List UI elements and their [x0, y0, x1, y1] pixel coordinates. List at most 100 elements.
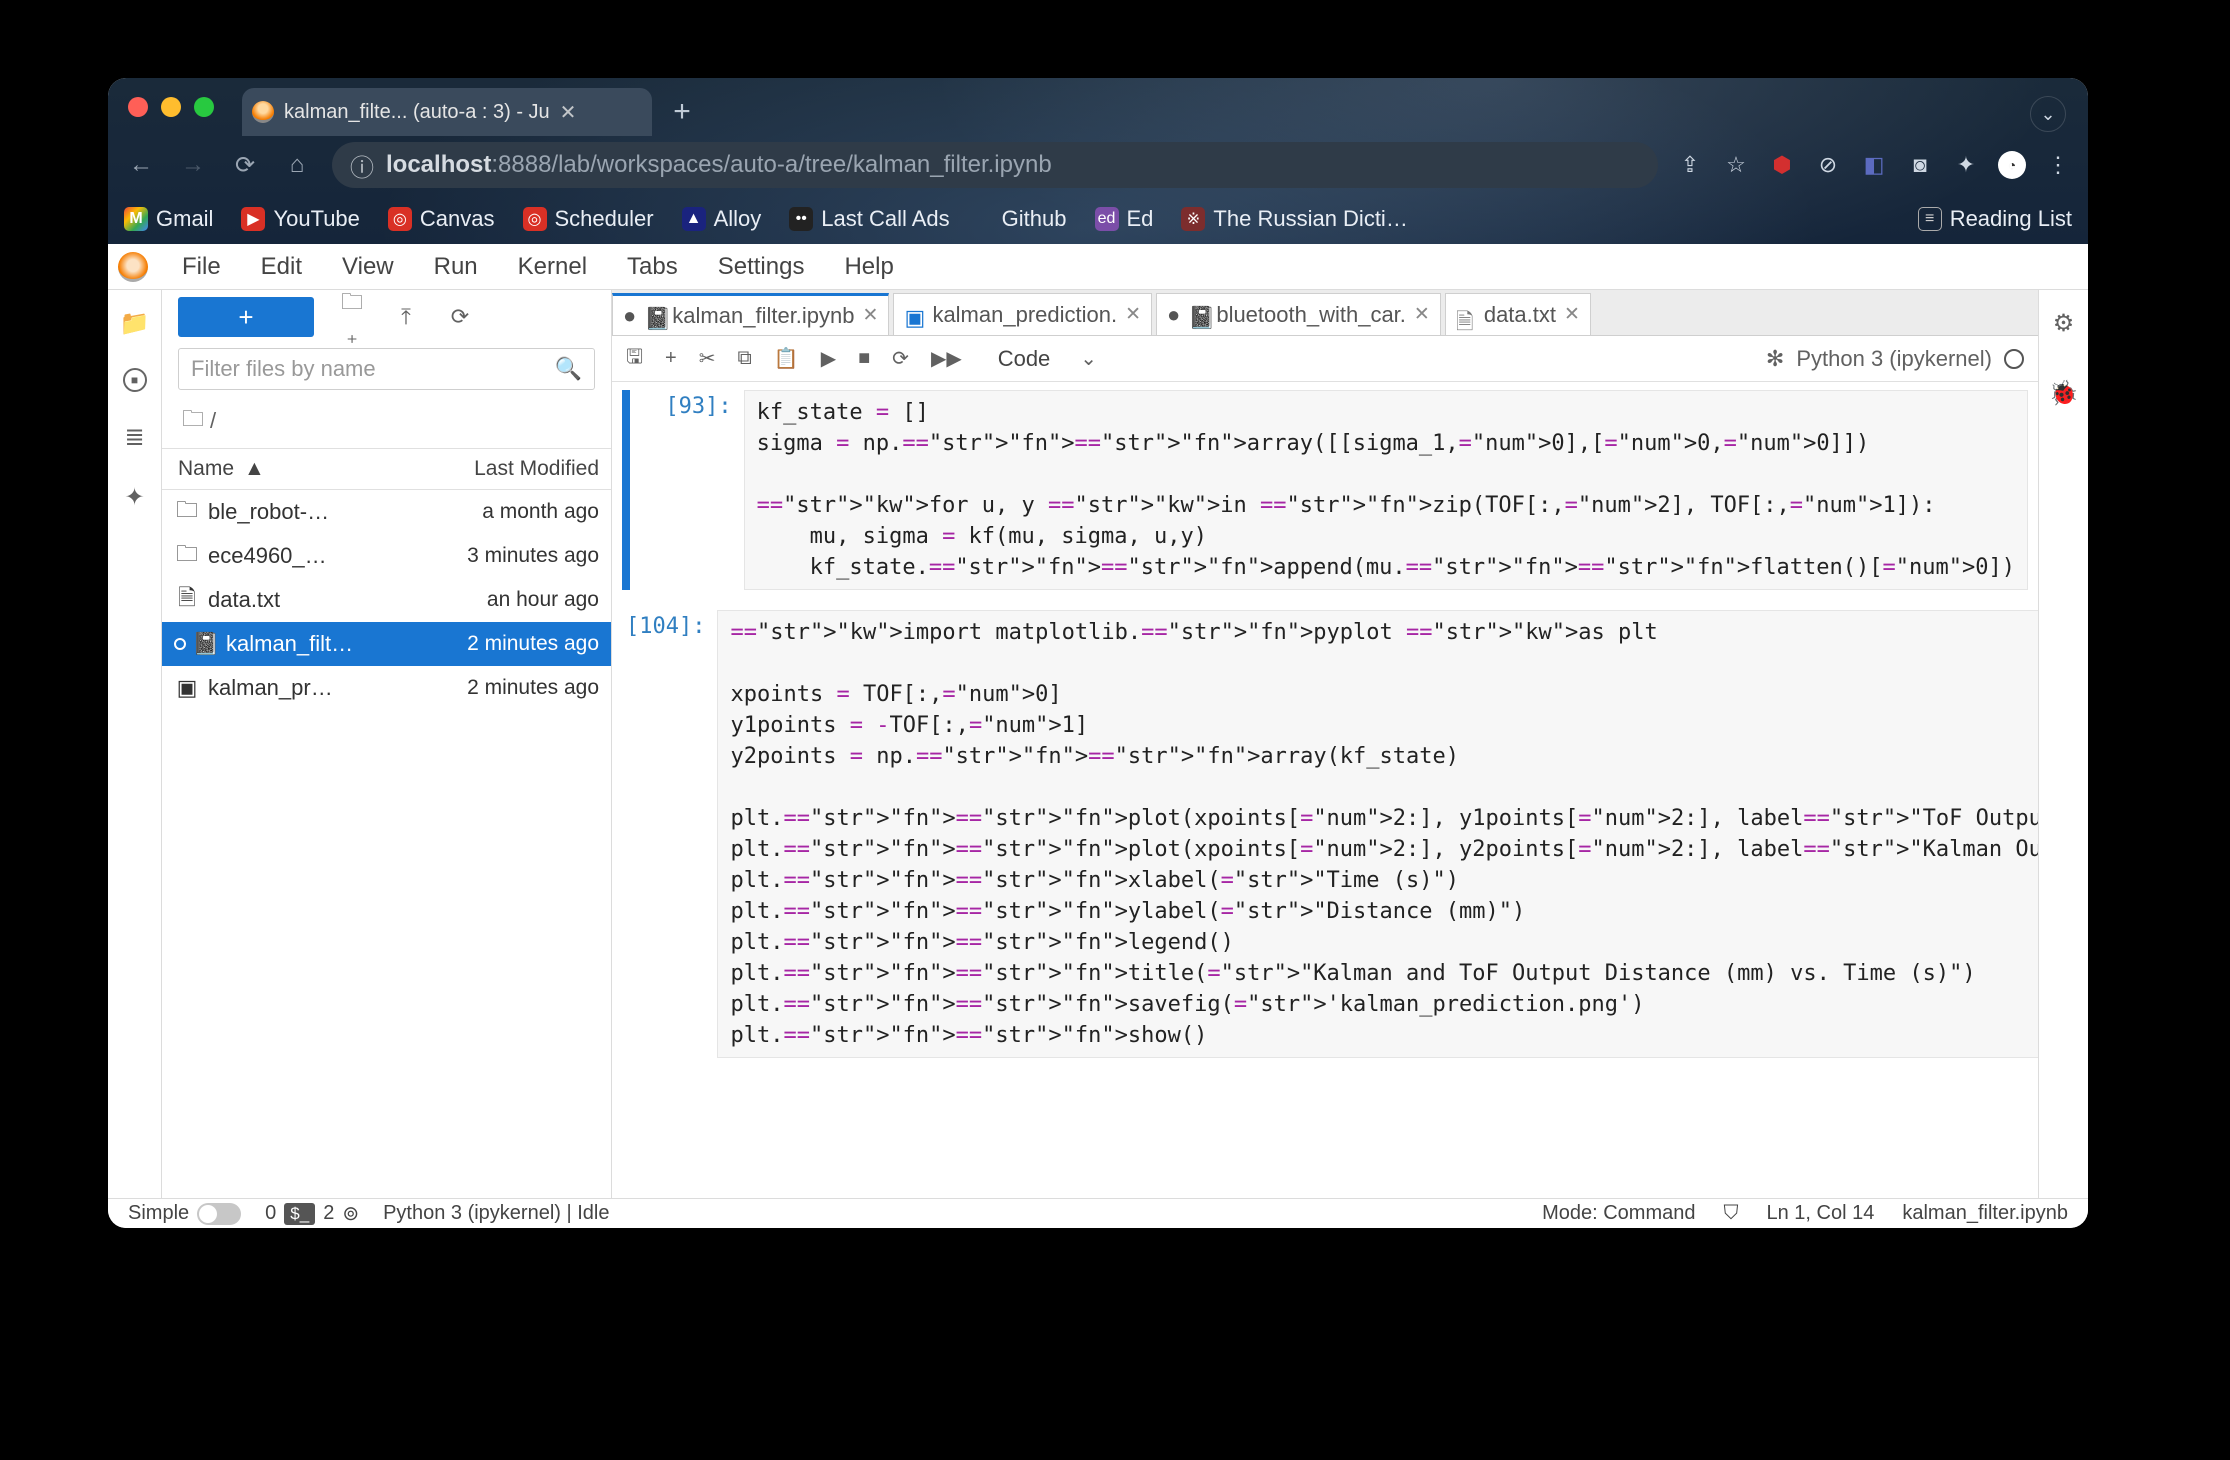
copy-icon[interactable]: ⧉ [738, 347, 752, 370]
simple-toggle[interactable]: Simple [128, 1202, 241, 1225]
code-cell[interactable]: [93]:kf_state = [] sigma = np.=="str">"f… [622, 390, 2028, 590]
menu-view[interactable]: View [328, 247, 408, 287]
close-window-icon[interactable] [128, 97, 148, 117]
close-tab-icon[interactable]: ✕ [1125, 303, 1141, 326]
menu-help[interactable]: Help [830, 247, 907, 287]
cell-prompt: [93]: [634, 390, 744, 590]
tab-overflow-button[interactable]: ⌄ [2030, 96, 2066, 132]
kernel-name[interactable]: Python 3 (ipykernel) [1796, 346, 1992, 372]
extension-icon[interactable]: ◧ [1860, 152, 1888, 178]
notebook[interactable]: [93]:kf_state = [] sigma = np.=="str">"f… [612, 382, 2038, 1198]
paste-icon[interactable]: 📋 [774, 346, 799, 371]
extensions-icon[interactable]: ✦ [120, 482, 150, 512]
breadcrumb-root[interactable]: / [210, 408, 216, 434]
left-rail: 📁 ■ ≣ ✦ [108, 290, 162, 1198]
breadcrumb[interactable]: 🗀 / [162, 398, 611, 448]
ublock-icon[interactable]: ⬢ [1768, 152, 1796, 178]
insert-cell-icon[interactable]: + [665, 347, 677, 370]
new-folder-icon[interactable]: 🗀₊ [336, 285, 368, 349]
share-icon[interactable]: ⇪ [1676, 152, 1704, 178]
restart-icon[interactable]: ⟳ [892, 346, 909, 371]
col-modified[interactable]: Last Modified [399, 449, 611, 489]
status-file: kalman_filter.ipynb [1902, 1202, 2068, 1225]
menu-edit[interactable]: Edit [247, 247, 316, 287]
file-type-icon: 🗎 [174, 581, 200, 619]
file-row[interactable]: 🗀ece4960_…3 minutes ago [162, 534, 611, 578]
status-kernel[interactable]: Python 3 (ipykernel) | Idle [383, 1202, 609, 1225]
debugger-icon[interactable]: 🐞 [2049, 378, 2079, 408]
cell-type-select[interactable]: Code [992, 344, 1075, 374]
menu-run[interactable]: Run [420, 247, 492, 287]
property-inspector-icon[interactable]: ⚙ [2049, 308, 2079, 338]
file-name: ece4960_… [208, 543, 399, 569]
reload-button[interactable]: ⟳ [228, 151, 262, 180]
save-icon[interactable]: 🖫 [626, 342, 643, 376]
tab-file-icon: 📓 [1188, 305, 1208, 325]
block-icon[interactable]: ⊘ [1814, 152, 1842, 178]
site-info-icon[interactable]: ⓘ [350, 148, 374, 183]
bookmark-gmail[interactable]: MGmail [124, 206, 213, 232]
profile-avatar[interactable]: ◔ [1998, 151, 2026, 179]
upload-icon[interactable]: ⤒ [390, 304, 422, 330]
doc-tab[interactable]: ●📓kalman_filter.ipynb✕ [612, 293, 889, 335]
stop-icon[interactable]: ■ [858, 347, 870, 370]
new-tab-button[interactable]: + [662, 92, 702, 132]
back-button[interactable]: ← [124, 151, 158, 179]
close-tab-icon[interactable]: ✕ [863, 304, 879, 327]
extensions-icon[interactable]: ✦ [1952, 152, 1980, 178]
cut-icon[interactable]: ✂ [699, 346, 716, 371]
toc-icon[interactable]: ≣ [120, 422, 150, 452]
bookmark-scheduler[interactable]: ◎Scheduler [523, 206, 654, 232]
file-row[interactable]: 🗀ble_robot-…a month ago [162, 490, 611, 534]
menu-file[interactable]: File [168, 247, 235, 287]
file-filter-input[interactable]: Filter files by name 🔍 [178, 348, 595, 390]
doc-tab[interactable]: 🗎data.txt✕ [1445, 293, 1591, 335]
home-button[interactable]: ⌂ [280, 151, 314, 179]
menu-settings[interactable]: Settings [704, 247, 819, 287]
run-all-icon[interactable]: ▶▶ [931, 346, 962, 371]
kernel-status-icon [2004, 349, 2024, 369]
close-tab-icon[interactable]: ✕ [1414, 303, 1430, 326]
url-box[interactable]: ⓘ localhost:8888/lab/workspaces/auto-a/t… [332, 142, 1658, 188]
refresh-icon[interactable]: ⟳ [444, 304, 476, 330]
close-tab-icon[interactable]: ✕ [560, 100, 577, 125]
running-icon[interactable]: ■ [123, 368, 147, 392]
camera-icon[interactable]: ◙ [1906, 152, 1934, 178]
file-modified: a month ago [399, 500, 599, 524]
bookmark-alloy[interactable]: ▲Alloy [682, 206, 762, 232]
reading-list[interactable]: ≡Reading List [1918, 206, 2072, 232]
bookmark-canvas[interactable]: ◎Canvas [388, 206, 495, 232]
bookmark-github[interactable]: Github [1002, 206, 1067, 232]
kernel-bug-icon[interactable]: ✻ [1766, 346, 1784, 372]
browser-tab[interactable]: kalman_filte... (auto-a : 3) - Ju ✕ [242, 88, 652, 136]
menu-tabs[interactable]: Tabs [613, 247, 692, 287]
file-row[interactable]: 📓kalman_filt…2 minutes ago [162, 622, 611, 666]
status-counts[interactable]: 0$_ 2⊚ [265, 1201, 359, 1226]
chrome-menu-icon[interactable]: ⋮ [2044, 152, 2072, 178]
bookmark-ed[interactable]: edEd [1095, 206, 1154, 232]
status-cursor: Ln 1, Col 14 [1766, 1202, 1874, 1225]
file-row[interactable]: 🗎data.txtan hour ago [162, 578, 611, 622]
col-name[interactable]: Name ▲ [162, 449, 399, 489]
new-launcher-button[interactable]: + [178, 297, 314, 337]
run-icon[interactable]: ▶ [821, 346, 836, 371]
status-trust-icon[interactable]: ⛉ [1723, 1202, 1738, 1225]
minimize-window-icon[interactable] [161, 97, 181, 117]
menu-kernel[interactable]: Kernel [504, 247, 601, 287]
bookmark-youtube[interactable]: ▶YouTube [241, 206, 359, 232]
bookmark-star-icon[interactable]: ☆ [1722, 152, 1750, 178]
cell-code[interactable]: kf_state = [] sigma = np.=="str">"fn">==… [744, 390, 2028, 590]
maximize-window-icon[interactable] [194, 97, 214, 117]
forward-button[interactable]: → [176, 151, 210, 179]
bookmark-lastcall[interactable]: ••Last Call Ads [789, 206, 949, 232]
traffic-lights[interactable] [128, 97, 214, 117]
cell-code[interactable]: =="str">"kw">import matplotlib.=="str">"… [717, 610, 2038, 1058]
file-browser-icon[interactable]: 📁 [120, 308, 150, 338]
bookmarks-bar: MGmail ▶YouTube ◎Canvas ◎Scheduler ▲Allo… [124, 198, 2072, 240]
bookmark-russian[interactable]: ※The Russian Dicti… [1181, 206, 1407, 232]
code-cell[interactable]: [104]:=="str">"kw">import matplotlib.=="… [622, 610, 2028, 1058]
doc-tab[interactable]: ▣kalman_prediction.✕ [893, 293, 1152, 335]
close-tab-icon[interactable]: ✕ [1564, 303, 1580, 326]
doc-tab[interactable]: ●📓bluetooth_with_car.✕ [1156, 293, 1441, 335]
file-row[interactable]: ▣kalman_pr…2 minutes ago [162, 666, 611, 710]
